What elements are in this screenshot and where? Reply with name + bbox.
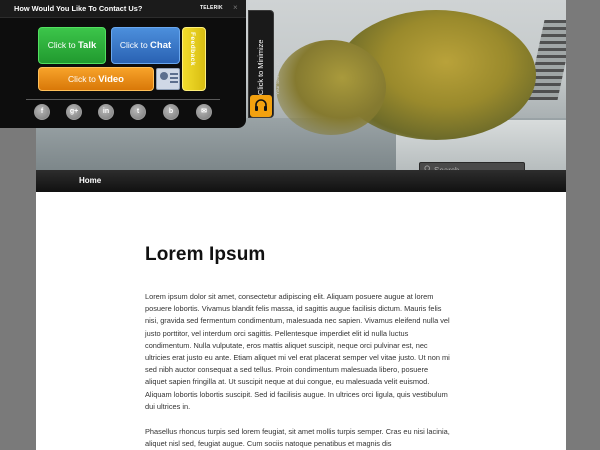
minimize-text: Click to Minimize Your Session Will Cont…: [252, 15, 288, 95]
email-icon[interactable]: ✉: [196, 104, 212, 120]
facebook-icon[interactable]: f: [34, 104, 50, 120]
feedback-label: Feedback: [189, 32, 196, 66]
click-to-video-button[interactable]: Click to Video: [38, 67, 154, 91]
article-title: Lorem Ipsum: [145, 244, 266, 265]
article-paragraph-1: Lorem ipsum dolor sit amet, consectetur …: [145, 292, 450, 411]
video-button-label: Video: [98, 74, 124, 85]
article-paragraph-2: Phasellus rhoncus turpis sed lorem feugi…: [145, 427, 450, 449]
video-button-prefix: Click to: [68, 74, 99, 84]
widget-divider: [26, 99, 220, 100]
talk-button-prefix: Click to: [47, 40, 78, 50]
linkedin-icon[interactable]: in: [98, 104, 114, 120]
widget-title: How Would You Like To Contact Us?: [14, 4, 143, 13]
contact-card-icon[interactable]: [156, 68, 180, 90]
twitter-icon[interactable]: t: [130, 104, 146, 120]
minimize-label: Click to Minimize: [256, 39, 265, 95]
widget-header: How Would You Like To Contact Us? TELERI…: [0, 0, 246, 18]
minimize-tab[interactable]: Click to Minimize Your Session Will Cont…: [248, 10, 281, 118]
contact-widget: How Would You Like To Contact Us? TELERI…: [0, 0, 246, 128]
click-to-chat-button[interactable]: Click to Chat: [111, 27, 180, 64]
minimize-sublabel: Your Session Will Continue: [276, 37, 281, 95]
chat-button-prefix: Click to: [119, 40, 151, 50]
main-navbar: Home: [36, 170, 566, 192]
google-plus-icon[interactable]: g+: [66, 104, 82, 120]
headset-icon[interactable]: [250, 95, 272, 117]
article: Lorem Ipsum Lorem ipsum dolor sit amet, …: [145, 244, 451, 450]
brand-logo: TELERIK: [200, 5, 223, 11]
nav-home-link[interactable]: Home: [79, 176, 101, 185]
click-to-talk-button[interactable]: Click to Talk: [38, 27, 106, 64]
close-icon[interactable]: ×: [233, 3, 238, 12]
talk-button-label: Talk: [77, 40, 97, 51]
willow-foliage-left: [276, 40, 386, 135]
blogger-icon[interactable]: b: [163, 104, 179, 120]
chat-button-label: Chat: [150, 40, 172, 51]
feedback-button[interactable]: Feedback: [182, 27, 206, 91]
